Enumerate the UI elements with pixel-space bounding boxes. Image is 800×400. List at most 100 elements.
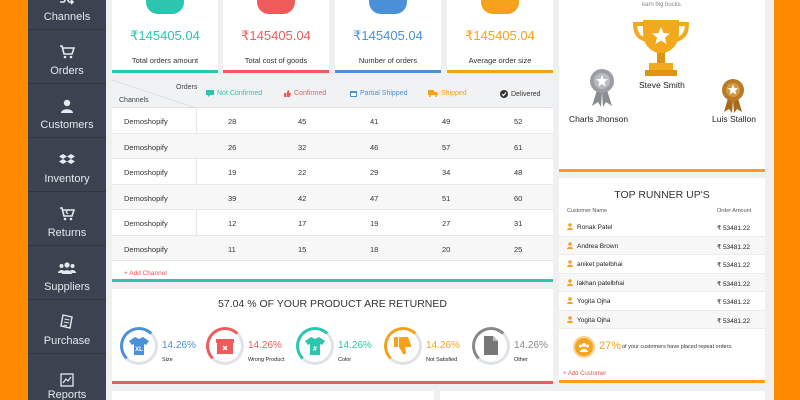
stat-value: ₹145405.04 — [465, 28, 535, 43]
sidebar-item-inventory[interactable]: Inventory — [28, 138, 106, 192]
person-icon — [567, 241, 573, 249]
repeat-orders-summary: 27% of your customers have placed repeat… — [573, 336, 753, 362]
return-reason-other: 14.26% Other — [472, 327, 552, 367]
table-row[interactable]: Demoshopify 11 15 18 20 25 — [112, 235, 553, 261]
sidebar-item-label: Reports — [47, 389, 87, 400]
app-window: Channels Orders Customers Inventory Retu… — [28, 0, 774, 400]
bronze-medal-icon — [722, 79, 744, 113]
stat-card-number-of-orders: ₹145405.04 Number of orders — [335, 0, 441, 73]
sidebar: Channels Orders Customers Inventory Retu… — [28, 0, 106, 400]
return-cart-icon — [60, 207, 75, 221]
list-item[interactable]: aniket patelbhai ₹ 53481.22 — [559, 255, 765, 274]
main-content: ₹145405.04 Total orders amount ₹145405.0… — [106, 0, 774, 400]
returns-summary: 57.04 % OF YOUR PRODUCT ARE RETURNED XL … — [112, 289, 553, 384]
box-icon — [216, 339, 234, 354]
table-row[interactable]: Demoshopify 28 45 41 49 52 — [112, 108, 553, 134]
shuffle-icon — [60, 0, 75, 5]
table-header: Orders Channels Not Confirmed Confirmed … — [112, 80, 553, 108]
return-reason-color: # 14.26% Color — [296, 327, 376, 367]
col-confirmed: Confirmed — [284, 90, 326, 97]
gold-trophy-icon — [633, 20, 689, 76]
silver-medal-icon — [590, 69, 614, 107]
corner-channels-label: Channels — [119, 97, 149, 104]
sidebar-item-purchase[interactable]: Purchase — [28, 300, 106, 354]
add-channel-link[interactable]: + Add Channel — [124, 270, 167, 277]
person-icon — [567, 223, 573, 230]
repeat-orders-percent: 27% — [599, 340, 622, 352]
table-row[interactable]: Demoshopify 19 22 29 34 48 — [112, 159, 553, 185]
sidebar-item-suppliers[interactable]: Suppliers — [28, 246, 106, 300]
receipt-icon — [60, 314, 73, 329]
dropbox-icon — [59, 154, 75, 164]
return-reason-size: XL 14.26% Size — [120, 327, 200, 367]
sidebar-item-label: Channels — [43, 11, 91, 23]
list-item[interactable]: Yogita Ojha ₹ 53481.22 — [559, 292, 765, 311]
sidebar-item-label: Returns — [47, 227, 87, 239]
stat-icon-badge — [481, 0, 519, 14]
table-row[interactable]: Demoshopify 12 17 19 27 31 — [112, 210, 553, 236]
returns-title: 57.04 % OF YOUR PRODUCT ARE RETURNED — [218, 298, 447, 310]
first-place-name: Steve Smith — [639, 80, 685, 90]
add-customer-link[interactable]: + Add Customer — [563, 371, 606, 377]
sidebar-item-returns[interactable]: Returns — [28, 192, 106, 246]
list-item[interactable]: Andrea Brown ₹ 53481.22 — [559, 236, 765, 255]
return-reason-wrong-product: 14.26% Wrong Product — [206, 327, 286, 367]
person-icon — [567, 297, 573, 304]
list-item[interactable]: Ronak Patel ₹ 53481.22 — [559, 218, 765, 237]
tshirt-hash-icon: # — [305, 337, 325, 355]
list-item[interactable]: Yogita Ojha ₹ 53481.22 — [559, 310, 765, 329]
stat-value: ₹145405.04 — [353, 28, 423, 43]
stat-value: ₹145405.04 — [130, 28, 200, 43]
thumbs-down-icon — [394, 337, 411, 355]
sidebar-item-orders[interactable]: Orders — [28, 30, 106, 84]
sidebar-item-label: Suppliers — [44, 281, 90, 293]
truck-icon — [428, 90, 438, 97]
stat-label: Number of orders — [358, 56, 418, 65]
sidebar-item-reports[interactable]: Reports — [28, 354, 106, 400]
stat-icon-badge — [369, 0, 407, 14]
col-partial-shipped: Partial Shipped — [350, 90, 407, 97]
stat-label: Total cost of goods — [244, 56, 308, 65]
stat-card-total-cost: ₹145405.04 Total cost of goods — [223, 0, 329, 73]
list-item[interactable]: lakhan patelbhai ₹ 53481.22 — [559, 273, 765, 292]
sidebar-item-channels[interactable]: Channels — [28, 0, 106, 30]
top-runner-ups: TOP RUNNER UP'S Customer Name Order Amou… — [559, 178, 765, 383]
chart-icon — [60, 373, 74, 387]
sidebar-item-customers[interactable]: Customers — [28, 84, 106, 138]
orders-table: Orders Channels Not Confirmed Confirmed … — [112, 80, 553, 282]
group-icon — [58, 262, 76, 274]
person-icon — [567, 260, 573, 267]
stat-icon-badge — [146, 0, 184, 14]
third-place-name: Luis Stallon — [712, 114, 756, 124]
col-delivered: Delivered — [500, 90, 541, 98]
sidebar-item-label: Orders — [50, 65, 84, 77]
thumbs-up-icon — [284, 90, 291, 97]
table-row[interactable]: Demoshopify 26 32 46 57 61 — [112, 133, 553, 159]
runner-ups-title: TOP RUNNER UP'S — [614, 189, 710, 201]
col-shipped: Shipped — [428, 90, 467, 97]
table-row[interactable]: Demoshopify 39 42 47 51 60 — [112, 184, 553, 210]
stat-card-total-orders: ₹145405.04 Total orders amount — [112, 0, 218, 73]
second-place-name: Charls Jhonson — [569, 114, 629, 124]
repeat-orders-text: of your customers have placed repeat ord… — [622, 344, 733, 350]
person-icon — [567, 278, 573, 286]
chat-icon — [206, 90, 214, 97]
svg-text:XL: XL — [135, 347, 143, 353]
top-customers-podium: earn big bucks. Steve Smith Charls Jhons… — [559, 0, 765, 172]
sidebar-item-label: Customers — [40, 119, 94, 131]
stat-icon-badge — [257, 0, 295, 14]
stat-label: Total orders amount — [131, 56, 199, 65]
sidebar-item-label: Purchase — [43, 335, 91, 347]
corner-orders-label: Orders — [176, 84, 198, 91]
group-icon — [573, 336, 595, 358]
stat-value: ₹145405.04 — [241, 28, 311, 43]
return-reason-not-satisfied: 14.26% Not Satisfied — [384, 327, 464, 367]
tshirt-xl-icon: XL — [129, 337, 149, 355]
bottom-card-left — [112, 391, 434, 400]
user-icon — [61, 99, 73, 113]
cart-icon — [60, 45, 75, 59]
stat-card-average-order: ₹145405.04 Average order size — [447, 0, 553, 73]
check-circle-icon — [500, 90, 508, 98]
podium-subtitle: earn big bucks. — [641, 2, 683, 8]
svg-text:#: # — [313, 346, 317, 353]
